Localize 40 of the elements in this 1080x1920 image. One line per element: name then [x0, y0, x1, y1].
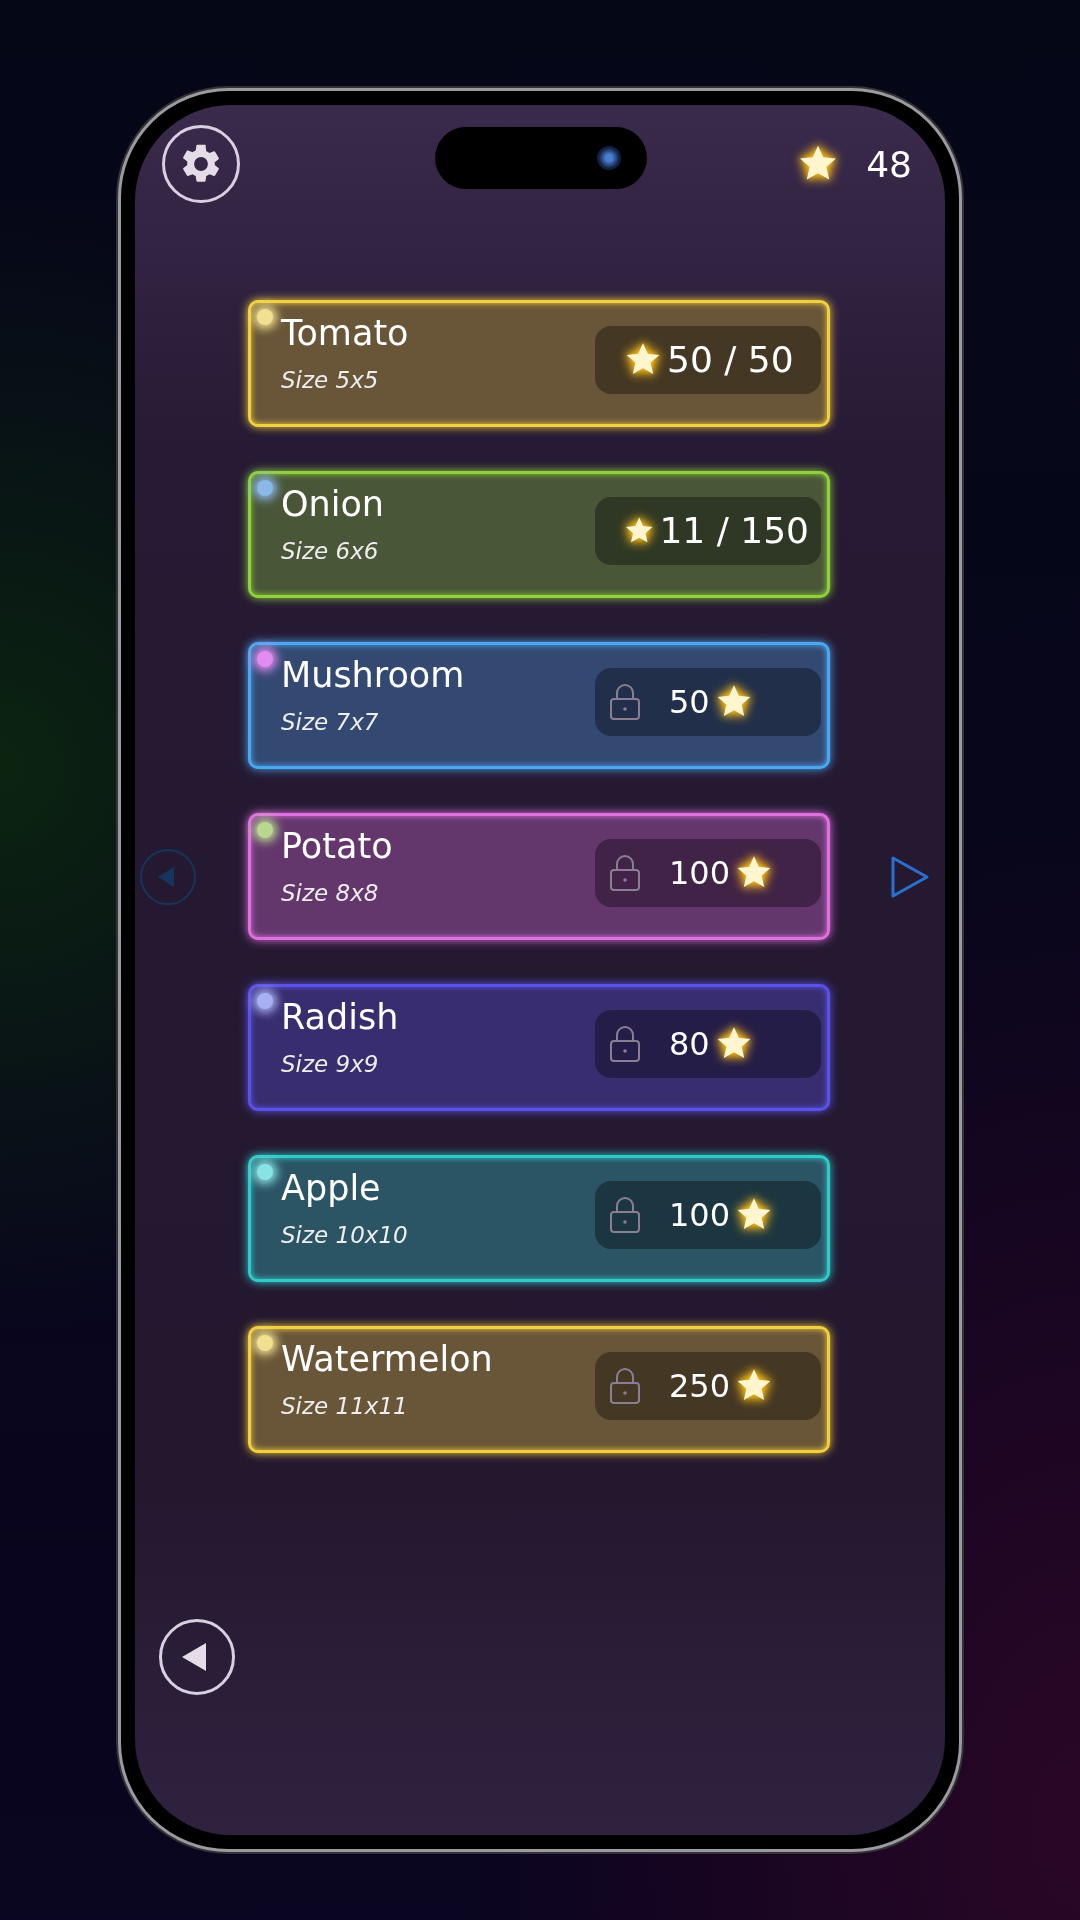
back-button[interactable]	[159, 1619, 235, 1695]
star-progress: 50 / 50	[667, 339, 794, 380]
level-size: Size 7x7	[281, 709, 380, 735]
level-name: Potato	[281, 826, 393, 866]
star-cost: 250	[669, 1366, 731, 1405]
level-name: Radish	[281, 997, 399, 1037]
level-size: Size 10x10	[281, 1222, 408, 1248]
left-triangle-icon	[180, 1642, 208, 1672]
star-progress: 11 / 150	[659, 510, 809, 551]
level-name: Mushroom	[281, 655, 465, 695]
level-name: Apple	[281, 1168, 382, 1208]
level-size: Size 9x9	[281, 1051, 380, 1077]
level-card[interactable]: Onion Size 6x6 11 / 150	[248, 471, 830, 598]
level-card[interactable]: Watermelon Size 11x11 250	[248, 1326, 830, 1453]
lock-icon	[609, 1366, 641, 1405]
level-size: Size 8x8	[281, 880, 380, 906]
lock-icon	[609, 853, 641, 892]
level-size: Size 11x11	[281, 1393, 409, 1419]
level-name: Onion	[281, 484, 385, 524]
settings-button[interactable]	[162, 125, 240, 203]
level-name: Tomato	[281, 313, 409, 353]
right-triangle-icon	[890, 854, 930, 899]
star-count: 48	[866, 143, 912, 185]
star-cost: 100	[669, 853, 731, 892]
star-cost: 50	[669, 682, 710, 721]
lock-icon	[609, 682, 641, 721]
next-button[interactable]	[890, 854, 930, 899]
lock-icon	[609, 1024, 641, 1063]
star-cost: 100	[669, 1195, 731, 1234]
level-name: Watermelon	[281, 1339, 493, 1379]
level-card[interactable]: Potato Size 8x8 100	[248, 813, 830, 940]
level-size: Size 5x5	[281, 367, 380, 393]
level-card[interactable]: Radish Size 9x9 80	[248, 984, 830, 1111]
level-card[interactable]: Apple Size 10x10 100	[248, 1155, 830, 1282]
lock-icon	[609, 1195, 641, 1234]
level-card[interactable]: Mushroom Size 7x7 50	[248, 642, 830, 769]
left-triangle-icon	[156, 865, 176, 888]
star-cost: 80	[669, 1024, 710, 1063]
level-card[interactable]: Tomato Size 5x5 50 / 50	[248, 300, 830, 427]
level-size: Size 6x6	[281, 538, 380, 564]
